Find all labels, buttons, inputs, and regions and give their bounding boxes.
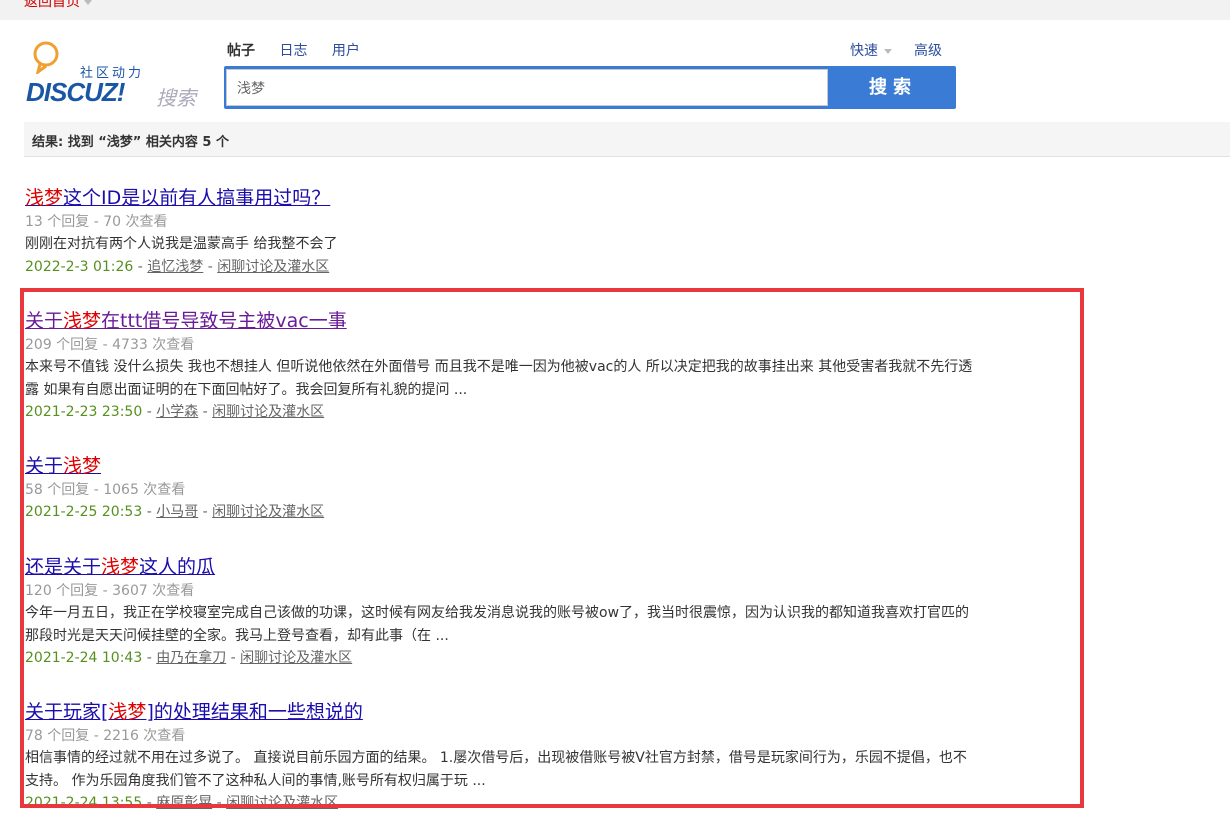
result-meta: 2022-2-3 01:26 - 追忆浅梦 - 闲聊讨论及灌水区 <box>25 258 330 275</box>
result-date: 2021-2-24 10:43 <box>25 650 143 666</box>
result-stats: 78 个回复 - 2216 次查看 <box>25 728 186 744</box>
search-options: 快速 高级 <box>850 40 942 60</box>
result-summary: 结果: 找到 “浅梦” 相关内容 5 个 <box>32 135 229 150</box>
tab-users[interactable]: 用户 <box>332 43 360 59</box>
result-meta: 2021-2-25 20:53 - 小马哥 - 闲聊讨论及灌水区 <box>25 504 325 520</box>
result-date: 2021-2-24 13:55 <box>25 795 143 811</box>
result-title[interactable]: 关于浅梦 <box>25 453 985 479</box>
result-forum-link[interactable]: 闲聊讨论及灌水区 <box>212 404 324 420</box>
title-highlight: 浅梦 <box>25 187 64 209</box>
result-stats: 209 个回复 - 4733 次查看 <box>25 337 195 353</box>
bulb-icon <box>33 41 59 74</box>
result-meta: 2021-2-24 10:43 - 由乃在拿刀 - 闲聊讨论及灌水区 <box>25 650 353 666</box>
title-text: 在ttt借号导致号主被vac一事 <box>101 310 347 332</box>
result-item: 关于玩家[浅梦]的处理结果和一些想说的 78 个回复 - 2216 次查看 相信… <box>25 699 985 814</box>
search-bar: 搜索 <box>224 66 956 109</box>
result-snippet: 本来号不值钱 没什么损失 我也不想挂人 但听说他依然在外面借号 而且我不是唯一因… <box>25 359 973 398</box>
result-title[interactable]: 关于玩家[浅梦]的处理结果和一些想说的 <box>25 699 985 725</box>
result-forum-link[interactable]: 闲聊讨论及灌水区 <box>240 650 352 666</box>
result-author-link[interactable]: 小马哥 <box>156 504 198 520</box>
title-text: ]的处理结果和一些想说的 <box>146 701 363 723</box>
result-author-link[interactable]: 由乃在拿刀 <box>156 650 226 666</box>
title-highlight: 浅梦 <box>63 310 102 332</box>
result-snippet: 相信事情的经过就不用在过多说了。 直接说目前乐园方面的结果。 1.屡次借号后，出… <box>25 750 967 789</box>
result-author-link[interactable]: 追忆浅梦 <box>147 259 203 275</box>
title-text: 还是关于 <box>25 556 102 578</box>
result-author-link[interactable]: 麻原彰晃 <box>156 795 212 811</box>
title-text: 关于 <box>25 310 64 332</box>
result-stats: 58 个回复 - 1065 次查看 <box>25 482 186 498</box>
result-title[interactable]: 关于浅梦在ttt借号导致号主被vac一事 <box>25 308 985 334</box>
title-highlight: 浅梦 <box>101 556 140 578</box>
chevron-down-icon <box>884 48 892 54</box>
result-item: 浅梦这个ID是以前有人搞事用过吗？ 13 个回复 - 70 次查看 刚刚在对抗有… <box>25 185 985 278</box>
title-highlight: 浅梦 <box>108 701 147 723</box>
result-meta: 2021-2-24 13:55 - 麻原彰晃 - 闲聊讨论及灌水区 <box>25 795 339 811</box>
result-stats: 13 个回复 - 70 次查看 <box>25 214 168 230</box>
discuz-logo[interactable]: 社区动力 DISCUZ! 搜索 <box>24 40 204 110</box>
title-text: 这个ID是以前有人搞事用过吗？ <box>63 187 331 209</box>
result-author-link[interactable]: 小学森 <box>156 404 198 420</box>
result-forum-link[interactable]: 闲聊讨论及灌水区 <box>212 504 324 520</box>
tab-blogs[interactable]: 日志 <box>279 43 307 59</box>
result-title[interactable]: 浅梦这个ID是以前有人搞事用过吗？ <box>25 185 985 211</box>
result-meta: 2021-2-23 23:50 - 小学森 - 闲聊讨论及灌水区 <box>25 404 325 420</box>
result-date: 2021-2-25 20:53 <box>25 504 143 520</box>
title-highlight: 浅梦 <box>63 455 102 477</box>
search-type-tabs: 帖子 日志 用户 <box>227 40 380 60</box>
chevron-down-icon <box>84 0 92 5</box>
title-text: 这人的瓜 <box>139 556 216 578</box>
back-home-label: 返回首页 <box>24 0 80 10</box>
result-summary-bar: 结果: 找到 “浅梦” 相关内容 5 个 <box>24 122 1230 157</box>
logo-search-word: 搜索 <box>156 86 196 110</box>
result-item: 还是关于浅梦这人的瓜 120 个回复 - 3607 次查看 今年一月五日，我正在… <box>25 554 985 669</box>
result-title[interactable]: 还是关于浅梦这人的瓜 <box>25 554 985 580</box>
search-input[interactable] <box>226 69 828 106</box>
search-button[interactable]: 搜索 <box>830 66 956 109</box>
result-forum-link[interactable]: 闲聊讨论及灌水区 <box>226 795 338 811</box>
result-item: 关于浅梦在ttt借号导致号主被vac一事 209 个回复 - 4733 次查看 … <box>25 308 985 423</box>
result-date: 2021-2-23 23:50 <box>25 404 143 420</box>
result-date: 2022-2-3 01:26 <box>25 258 134 275</box>
result-forum-link[interactable]: 闲聊讨论及灌水区 <box>217 259 329 275</box>
result-snippet: 今年一月五日，我正在学校寝室完成自己该做的功课，这时候有网友给我发消息说我的账号… <box>25 605 970 644</box>
result-item: 关于浅梦 58 个回复 - 1065 次查看 2021-2-25 20:53 -… <box>25 453 985 523</box>
top-bar: 返回首页 <box>0 0 1230 20</box>
tab-posts[interactable]: 帖子 <box>227 43 255 59</box>
advanced-search-link[interactable]: 高级 <box>914 43 942 59</box>
logo-brand: DISCUZ! <box>26 77 125 107</box>
result-stats: 120 个回复 - 3607 次查看 <box>25 583 195 599</box>
result-snippet: 刚刚在对抗有两个人说我是温蒙高手 给我整不会了 <box>25 236 338 252</box>
back-home-link[interactable]: 返回首页 <box>24 0 92 11</box>
quick-search-dropdown[interactable]: 快速 <box>850 43 878 59</box>
title-text: 关于 <box>25 455 64 477</box>
title-text: 关于玩家[ <box>25 701 109 723</box>
